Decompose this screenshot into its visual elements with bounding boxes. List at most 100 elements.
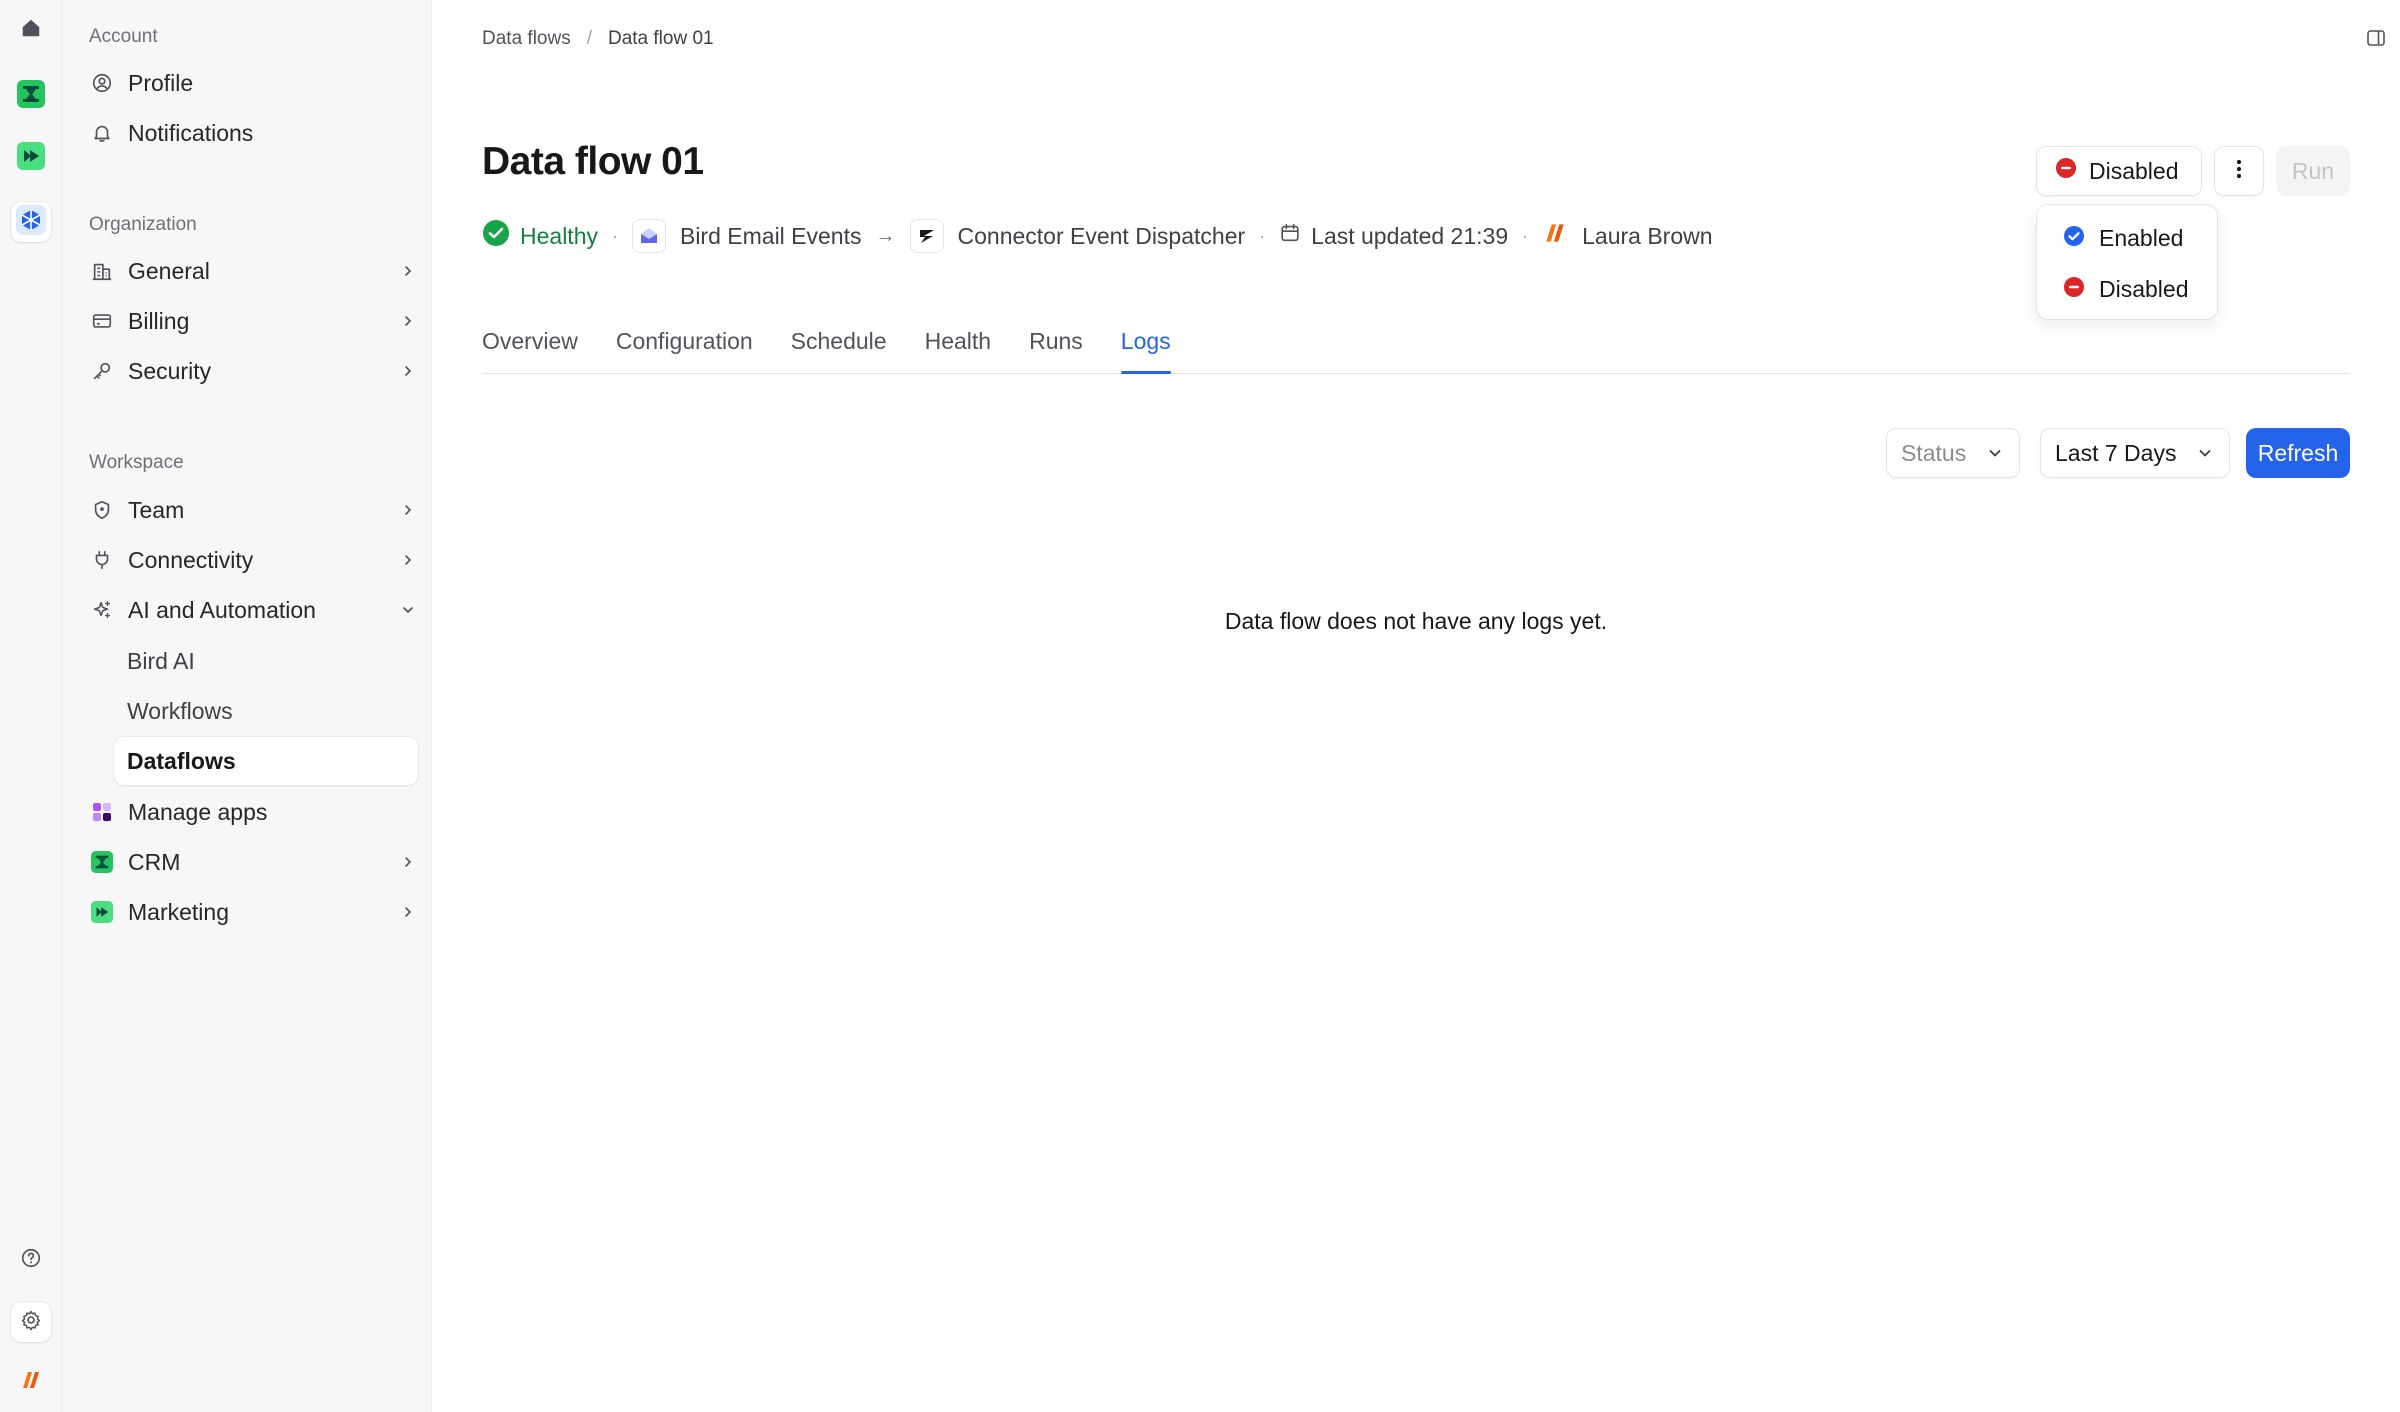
sidebar-item-ai-and-automation[interactable]: AI and Automation <box>80 587 432 633</box>
breadcrumb-current: Data flow 01 <box>607 28 714 49</box>
owner-name: Laura Brown <box>1582 222 1713 249</box>
status-option-disabled[interactable]: Disabled <box>2037 264 2217 315</box>
enabled-check-icon <box>2063 225 2085 253</box>
tab-configuration[interactable]: Configuration <box>616 310 753 372</box>
key-icon <box>89 358 115 384</box>
home-icon <box>20 17 42 44</box>
status-filter-select[interactable]: Status <box>1886 428 2020 478</box>
sidebar-item-label: AI and Automation <box>128 596 316 623</box>
crm-app-icon <box>17 79 45 113</box>
chevron-right-icon <box>398 902 418 922</box>
sidebar-subitem-dataflows[interactable]: Dataflows <box>114 737 418 785</box>
run-button[interactable]: Run <box>2276 146 2350 196</box>
marketing-app-icon <box>89 899 115 925</box>
date-range-select[interactable]: Last 7 Days <box>2040 428 2230 478</box>
sidebar-item-general[interactable]: General <box>80 248 432 294</box>
bird-app-icon <box>16 204 46 240</box>
sidebar-item-label: Dataflows <box>127 747 236 774</box>
sidebar-item-label: Manage apps <box>128 798 268 825</box>
status-option-label: Disabled <box>2099 276 2189 302</box>
arrow-right-icon: → <box>875 224 896 247</box>
connector-dispatcher-icon <box>909 219 944 253</box>
sidebar-item-team[interactable]: Team <box>80 487 432 533</box>
bird-app-button[interactable] <box>11 202 51 242</box>
plug-icon <box>89 547 115 573</box>
shield-icon <box>89 497 115 523</box>
tab-overview[interactable]: Overview <box>482 310 578 372</box>
sidebar-item-notifications[interactable]: Notifications <box>80 110 432 156</box>
app-rail <box>0 0 62 1412</box>
chevron-right-icon <box>398 361 418 381</box>
marketing-app-icon <box>17 141 45 175</box>
chevron-right-icon <box>398 311 418 331</box>
status-toggle-button[interactable]: Disabled <box>2036 146 2202 196</box>
page-title: Data flow 01 <box>482 140 704 183</box>
home-button[interactable] <box>11 10 51 50</box>
crm-app-icon <box>89 849 115 875</box>
breadcrumb-separator: / <box>586 28 592 49</box>
disabled-status-icon <box>2063 276 2085 304</box>
settings-sidebar: Account Profile Notifications Organizati… <box>62 0 432 1412</box>
sidebar-item-profile[interactable]: Profile <box>80 60 432 106</box>
destination-name: Connector Event Dispatcher <box>957 222 1246 249</box>
breadcrumb-link-data-flows[interactable]: Data flows <box>482 28 571 50</box>
status-option-enabled[interactable]: Enabled <box>2037 213 2217 264</box>
tab-health[interactable]: Health <box>925 310 991 372</box>
sidebar-subitem-bird-ai[interactable]: Bird AI <box>114 637 418 685</box>
breadcrumb: Data flows / Data flow 01 <box>482 28 714 50</box>
refresh-button[interactable]: Refresh <box>2246 428 2350 478</box>
meta-separator: · <box>611 225 618 246</box>
sidebar-item-label: Notifications <box>128 119 254 146</box>
main-content: Data flows / Data flow 01 Data flow 01 H… <box>432 0 2400 1412</box>
sidebar-item-security[interactable]: Security <box>80 348 432 394</box>
last-updated: Last updated 21:39 <box>1311 222 1509 249</box>
settings-button[interactable] <box>11 1302 51 1342</box>
disabled-status-icon <box>2055 157 2077 185</box>
date-range-value: Last 7 Days <box>2055 439 2177 466</box>
sparkles-icon <box>89 597 115 623</box>
tab-schedule[interactable]: Schedule <box>791 310 887 372</box>
chevron-down-icon <box>398 600 418 620</box>
organization-section-title: Organization <box>89 214 197 235</box>
sidebar-item-billing[interactable]: Billing <box>80 298 432 344</box>
status-toggle-label: Disabled <box>2089 157 2179 184</box>
more-vertical-icon <box>2236 158 2242 185</box>
marketing-app-button[interactable] <box>11 138 51 178</box>
sidebar-item-label: Team <box>128 496 185 523</box>
building-icon <box>89 258 115 284</box>
chevron-down-icon <box>1985 443 2005 463</box>
chevron-right-icon <box>398 261 418 281</box>
chevron-down-icon <box>2195 443 2215 463</box>
logs-empty-state: Data flow does not have any logs yet. <box>1224 608 1608 634</box>
apps-grid-icon <box>89 799 115 825</box>
chevron-right-icon <box>398 550 418 570</box>
owner-avatar-icon <box>1542 220 1568 252</box>
help-button[interactable] <box>11 1240 51 1280</box>
sidebar-item-label: Workflows <box>127 697 233 724</box>
crm-app-button[interactable] <box>11 76 51 116</box>
meta-separator: · <box>1522 225 1529 246</box>
org-logo-button[interactable] <box>11 1362 51 1402</box>
tab-logs[interactable]: Logs <box>1120 310 1171 374</box>
panel-toggle-button[interactable] <box>2364 28 2388 52</box>
sidebar-item-label: Marketing <box>128 898 229 925</box>
sidebar-item-manage-apps[interactable]: Manage apps <box>80 789 432 835</box>
sidebar-subitem-workflows[interactable]: Workflows <box>114 687 418 735</box>
dataflow-meta: Healthy · Bird Email Events → Connector … <box>482 218 1713 254</box>
org-logo-icon <box>19 1368 43 1397</box>
status-filter-placeholder: Status <box>1901 439 1967 466</box>
sidebar-item-connectivity[interactable]: Connectivity <box>80 537 432 583</box>
sidebar-item-crm[interactable]: CRM <box>80 839 432 885</box>
sidebar-item-marketing[interactable]: Marketing <box>80 889 432 935</box>
check-circle-icon <box>482 219 510 253</box>
sidebar-panel-icon <box>2366 28 2386 53</box>
user-circle-icon <box>89 70 115 96</box>
sidebar-item-label: CRM <box>128 848 181 875</box>
tab-runs[interactable]: Runs <box>1029 310 1083 372</box>
health-status: Healthy <box>520 222 598 249</box>
sidebar-item-label: Security <box>128 357 212 384</box>
meta-separator: · <box>1259 225 1266 246</box>
more-actions-button[interactable] <box>2214 146 2264 196</box>
source-name: Bird Email Events <box>679 222 862 249</box>
calendar-icon <box>1279 222 1301 250</box>
